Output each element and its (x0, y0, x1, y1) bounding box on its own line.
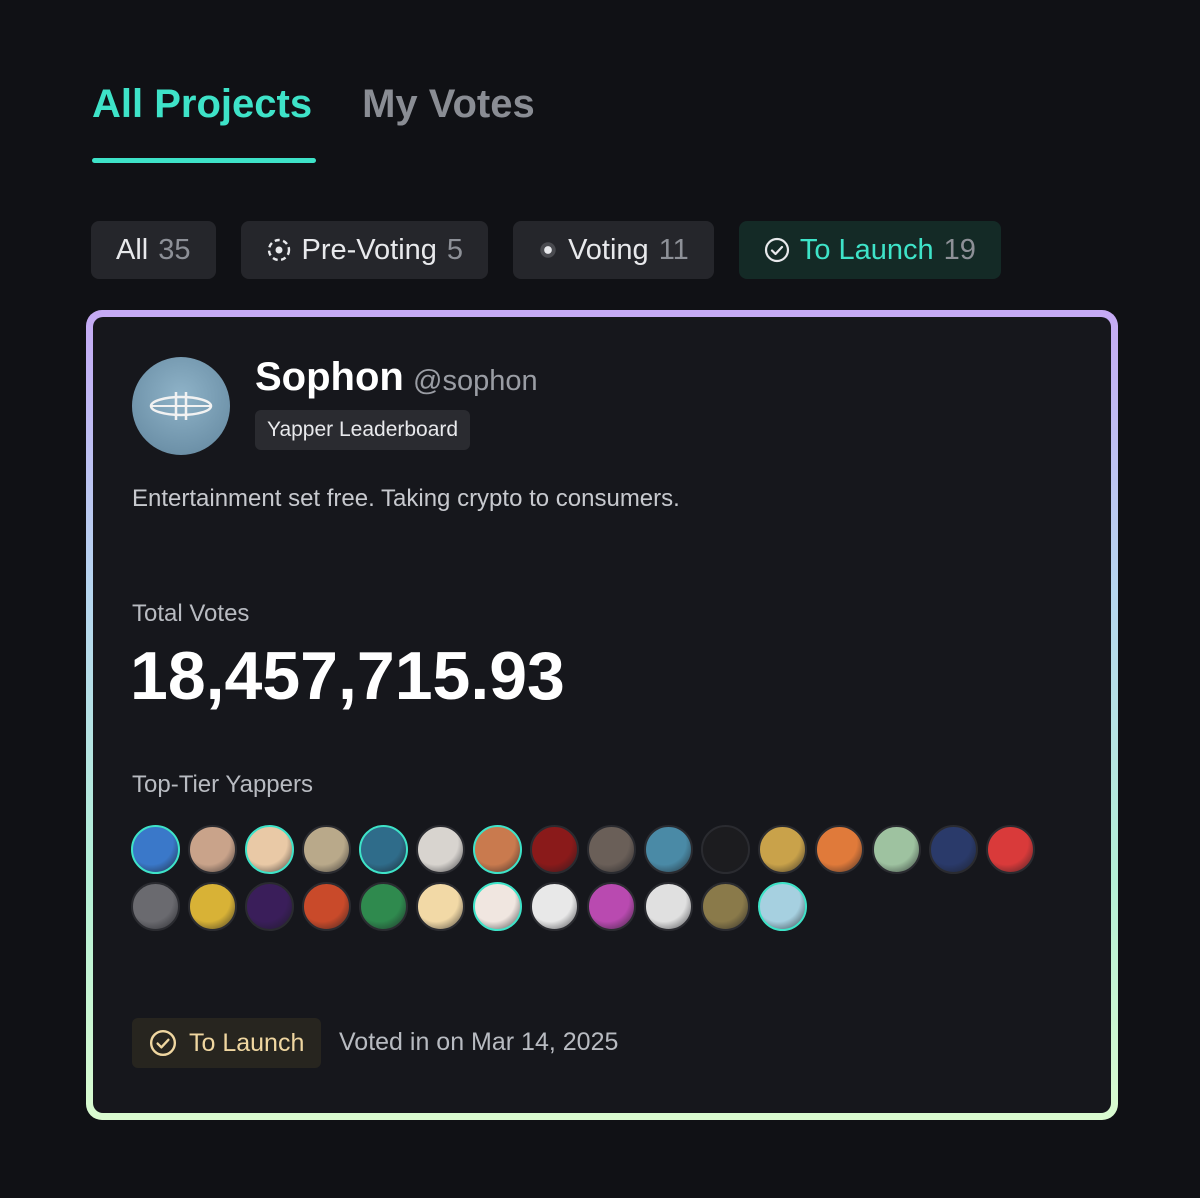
tab-all-projects[interactable]: All Projects (92, 82, 316, 163)
yapper-avatar[interactable] (473, 825, 522, 874)
yapper-avatar[interactable] (188, 825, 237, 874)
yapper-avatar-row (131, 825, 1051, 874)
project-name[interactable]: Sophon (255, 355, 404, 400)
project-card-body: Sophon @sophon Yapper Leaderboard Entert… (93, 317, 1111, 1113)
active-tab-underline (92, 158, 316, 163)
filter-all-button[interactable]: All 35 (91, 221, 216, 279)
yapper-avatar[interactable] (701, 882, 750, 931)
yapper-avatar-list (131, 825, 1051, 939)
status-badge: To Launch (132, 1018, 322, 1068)
filter-pre-voting-button[interactable]: Pre-Voting 5 (240, 221, 489, 279)
voted-date: Voted in on Mar 14, 2025 (339, 1028, 619, 1056)
yapper-avatar[interactable] (587, 882, 636, 931)
tab-all-projects-label: All Projects (92, 82, 313, 126)
status-filters: All 35 Pre-Voting 5 Voting 11 To Launch … (91, 221, 1001, 279)
yapper-avatar[interactable] (644, 825, 693, 874)
yapper-avatar-row (131, 882, 1051, 931)
yapper-avatar[interactable] (359, 882, 408, 931)
filter-voting-label: Voting (568, 233, 649, 266)
yapper-avatar[interactable] (587, 825, 636, 874)
filter-voting-count: 11 (658, 233, 689, 266)
top-yappers-label: Top-Tier Yappers (132, 771, 313, 798)
filter-voting-button[interactable]: Voting 11 (513, 221, 714, 279)
yapper-avatar[interactable] (416, 882, 465, 931)
page: All Projects My Votes All 35 Pre-Voting … (0, 0, 1200, 1198)
yapper-avatar[interactable] (131, 825, 180, 874)
filter-pre-voting-count: 5 (446, 233, 464, 266)
yapper-avatar[interactable] (530, 825, 579, 874)
yapper-avatar[interactable] (245, 882, 294, 931)
yapper-avatar[interactable] (302, 825, 351, 874)
filter-to-launch-count: 19 (943, 233, 976, 266)
filter-to-launch-button[interactable]: To Launch 19 (738, 221, 1001, 279)
filter-all-label: All (116, 233, 149, 266)
yapper-avatar[interactable] (188, 882, 237, 931)
yapper-avatar[interactable] (473, 882, 522, 931)
yapper-avatar[interactable] (929, 825, 978, 874)
yapper-avatar[interactable] (530, 882, 579, 931)
filter-to-launch-label: To Launch (799, 233, 934, 266)
dot-icon (540, 242, 556, 258)
sophon-logo-icon (149, 392, 213, 420)
filter-pre-voting-label: Pre-Voting (301, 233, 437, 266)
tab-my-votes-label: My Votes (362, 82, 535, 126)
total-votes-value: 18,457,715.93 (130, 638, 565, 714)
yapper-avatar[interactable] (986, 825, 1035, 874)
filter-all-count: 35 (158, 233, 191, 266)
yapper-avatar[interactable] (758, 825, 807, 874)
yapper-avatar[interactable] (872, 825, 921, 874)
total-votes-label: Total Votes (132, 600, 250, 627)
project-handle[interactable]: @sophon (413, 365, 538, 398)
yapper-avatar[interactable] (815, 825, 864, 874)
project-tabs: All Projects My Votes (92, 82, 535, 163)
tab-my-votes[interactable]: My Votes (362, 82, 535, 163)
check-circle-icon (764, 237, 789, 263)
yapper-avatar[interactable] (359, 825, 408, 874)
check-circle-icon (149, 1029, 177, 1057)
status-badge-label: To Launch (189, 1028, 305, 1057)
yapper-avatar[interactable] (701, 825, 750, 874)
yapper-avatar[interactable] (245, 825, 294, 874)
yapper-avatar[interactable] (302, 882, 351, 931)
yapper-avatar[interactable] (758, 882, 807, 931)
dashed-circle-icon (267, 238, 290, 262)
project-description: Entertainment set free. Taking crypto to… (132, 485, 680, 512)
project-tag: Yapper Leaderboard (255, 410, 471, 450)
yapper-avatar[interactable] (644, 882, 693, 931)
yapper-avatar[interactable] (131, 882, 180, 931)
yapper-avatar[interactable] (416, 825, 465, 874)
project-logo (132, 357, 230, 455)
project-card[interactable]: Sophon @sophon Yapper Leaderboard Entert… (86, 310, 1118, 1120)
